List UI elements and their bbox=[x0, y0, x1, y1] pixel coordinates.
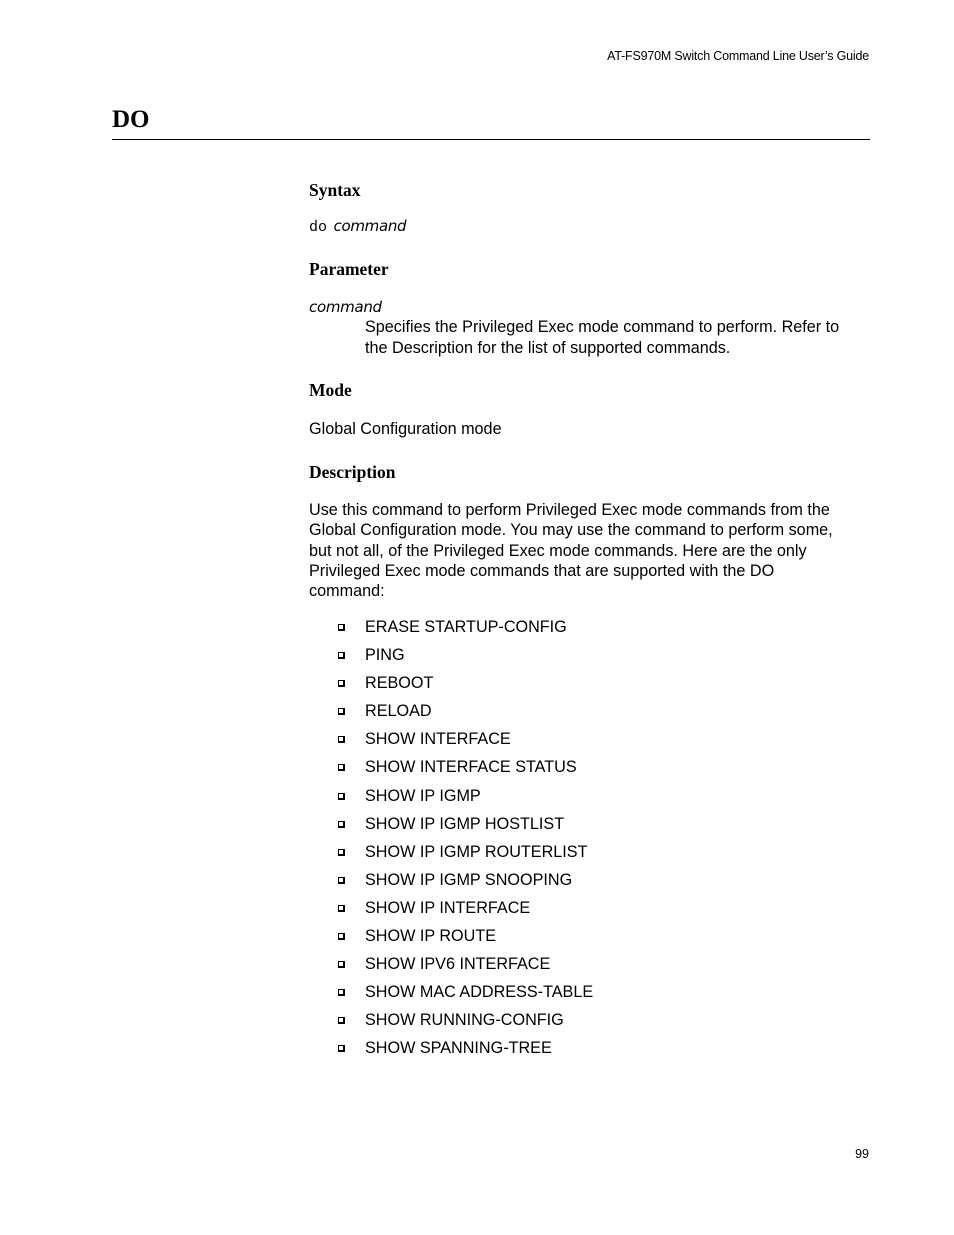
square-bullet-icon bbox=[338, 989, 345, 997]
description-line: but not all, of the Privileged Exec mode… bbox=[309, 541, 807, 560]
list-item: SHOW IP IGMP ROUTERLIST bbox=[309, 842, 593, 870]
description-line: Global Configuration mode. You may use t… bbox=[309, 521, 833, 540]
list-item: SHOW INTERFACE STATUS bbox=[309, 757, 593, 785]
mode-heading: Mode bbox=[309, 380, 352, 400]
parameter-description-line-2: the Description for the list of supporte… bbox=[365, 339, 731, 357]
list-item: SHOW IP INTERFACE bbox=[309, 898, 593, 926]
command-name: SHOW INTERFACE bbox=[365, 730, 511, 749]
square-bullet-icon bbox=[338, 736, 345, 744]
command-name: SHOW MAC ADDRESS-TABLE bbox=[365, 983, 594, 1002]
command-name: SHOW IP IGMP bbox=[365, 786, 481, 805]
square-bullet-icon bbox=[338, 624, 345, 631]
command-name: SHOW IP IGMP ROUTERLIST bbox=[365, 842, 588, 861]
running-header: AT-FS970M Switch Command Line User’s Gui… bbox=[607, 49, 869, 63]
command-name: REBOOT bbox=[365, 674, 434, 693]
list-item: PING bbox=[309, 645, 593, 673]
page-title: DO bbox=[112, 106, 150, 133]
square-bullet-icon bbox=[338, 680, 345, 688]
square-bullet-icon bbox=[338, 933, 345, 941]
command-name: SHOW RUNNING-CONFIG bbox=[365, 1011, 564, 1030]
description-line: Privileged Exec mode commands that are s… bbox=[309, 561, 775, 580]
command-name: SHOW IP INTERFACE bbox=[365, 898, 531, 917]
list-item: SHOW SPANNING-TREE bbox=[309, 1038, 593, 1066]
list-item: SHOW RUNNING-CONFIG bbox=[309, 1010, 593, 1038]
list-item: RELOAD bbox=[309, 701, 593, 729]
command-name: SHOW INTERFACE STATUS bbox=[365, 758, 577, 777]
square-bullet-icon bbox=[338, 904, 345, 912]
description-line: Use this command to perform Privileged E… bbox=[309, 501, 830, 519]
command-name: SHOW IP IGMP HOSTLIST bbox=[365, 814, 565, 833]
square-bullet-icon bbox=[338, 1045, 345, 1053]
command-name: ERASE STARTUP-CONFIG bbox=[365, 618, 567, 636]
square-bullet-icon bbox=[338, 820, 345, 828]
syntax-heading: Syntax bbox=[309, 180, 361, 200]
parameter-description-line-1: Specifies the Privileged Exec mode comma… bbox=[365, 318, 840, 336]
command-name: SHOW IP ROUTE bbox=[365, 927, 497, 946]
list-item: ERASE STARTUP-CONFIG bbox=[309, 617, 593, 645]
command-name: PING bbox=[365, 646, 405, 665]
square-bullet-icon bbox=[338, 764, 345, 772]
parameter-name: command bbox=[309, 298, 382, 316]
description-heading: Description bbox=[309, 462, 396, 482]
description-line: command: bbox=[309, 582, 385, 601]
command-name: SHOW IP IGMP SNOOPING bbox=[365, 870, 573, 889]
square-bullet-icon bbox=[338, 848, 345, 856]
list-item: SHOW IP IGMP HOSTLIST bbox=[309, 814, 593, 842]
square-bullet-icon bbox=[338, 1017, 345, 1025]
list-item: SHOW IP IGMP SNOOPING bbox=[309, 870, 593, 898]
square-bullet-icon bbox=[338, 652, 345, 660]
command-name: SHOW IPV6 INTERFACE bbox=[365, 955, 551, 974]
list-item: SHOW IPV6 INTERFACE bbox=[309, 954, 593, 982]
page-number: 99 bbox=[855, 1147, 869, 1161]
syntax-line: do command bbox=[309, 216, 407, 238]
title-rule bbox=[112, 139, 870, 140]
square-bullet-icon bbox=[338, 708, 345, 716]
description-paragraph: Use this command to perform Privileged E… bbox=[309, 500, 833, 601]
list-item: SHOW IP ROUTE bbox=[309, 926, 593, 954]
mode-text: Global Configuration mode bbox=[309, 420, 502, 438]
parameter-heading: Parameter bbox=[309, 259, 389, 279]
square-bullet-icon bbox=[338, 792, 345, 800]
list-item: REBOOT bbox=[309, 673, 593, 701]
syntax-argument: command bbox=[333, 217, 407, 235]
list-item: SHOW INTERFACE bbox=[309, 729, 593, 757]
command-name: RELOAD bbox=[365, 702, 432, 721]
square-bullet-icon bbox=[338, 876, 345, 884]
supported-commands-list: ERASE STARTUP-CONFIG PING REBOOT RELOAD … bbox=[309, 617, 593, 1067]
list-item: SHOW IP IGMP bbox=[309, 786, 593, 814]
syntax-keyword: do bbox=[309, 219, 328, 236]
list-item: SHOW MAC ADDRESS-TABLE bbox=[309, 982, 593, 1010]
square-bullet-icon bbox=[338, 961, 345, 969]
command-name: SHOW SPANNING-TREE bbox=[365, 1039, 552, 1058]
